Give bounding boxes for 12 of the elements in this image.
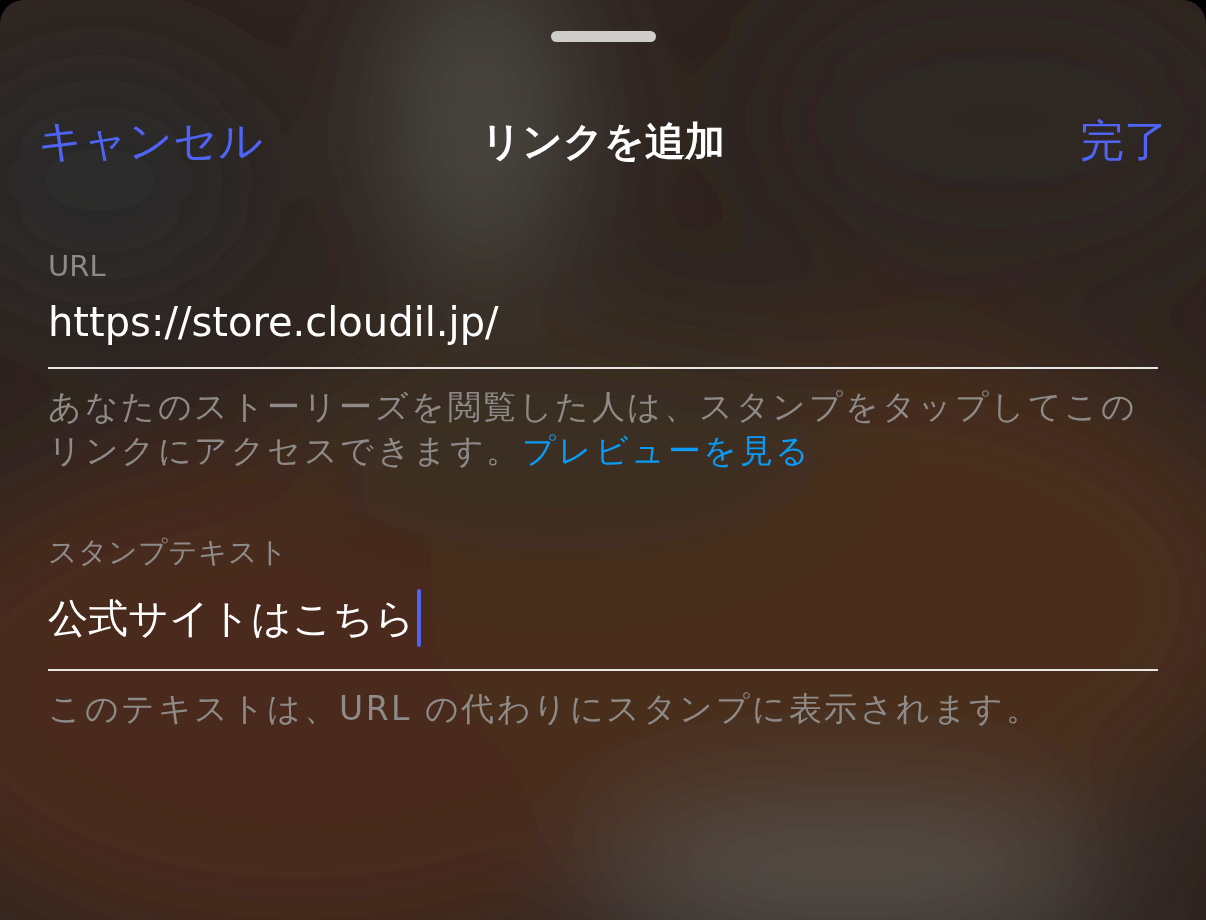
sheet-grabber[interactable]: [550, 31, 656, 42]
done-button[interactable]: 完了: [1080, 112, 1168, 171]
input-field[interactable]: 公式サイトはこちら: [48, 573, 1158, 671]
cancel-button[interactable]: キャンセル: [38, 112, 263, 171]
field-label: スタンプテキスト: [48, 534, 289, 571]
help-text: あなたのストーリーズを閲覧した人は、スタンプをタップしてこのリンクにアクセスできます。プレビューを見る: [48, 386, 1138, 472]
field-label: URL: [48, 249, 107, 283]
help-text: このテキストは、URL の代わりにスタンプに表示されます。: [48, 688, 1043, 730]
input-field[interactable]: https://store.cloudil.jp/: [48, 283, 1158, 369]
preview-link[interactable]: プレビューを見る: [521, 431, 812, 470]
sheet-title: リンクを追加: [481, 117, 725, 166]
text-cursor: [417, 589, 421, 647]
